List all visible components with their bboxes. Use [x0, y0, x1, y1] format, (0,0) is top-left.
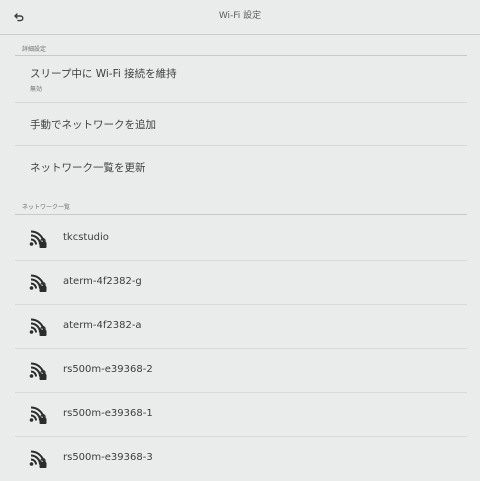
network-name: aterm-4f2382-g: [63, 276, 142, 287]
keep-wifi-value: 無効: [30, 86, 43, 93]
wifi-locked-icon: [29, 406, 47, 424]
keep-wifi-label: スリープ中に Wi-Fi 接続を維持: [30, 68, 177, 80]
wifi-locked-icon: [29, 450, 47, 468]
network-name: aterm-4f2382-a: [63, 320, 142, 331]
wifi-locked-icon: [29, 318, 47, 336]
network-item[interactable]: rs500m-e39368-3: [0, 437, 480, 481]
keep-wifi-during-sleep-setting[interactable]: スリープ中に Wi-Fi 接続を維持 無効: [0, 56, 480, 102]
add-network-label: 手動でネットワークを追加: [30, 119, 156, 131]
network-item[interactable]: rs500m-e39368-1: [0, 393, 480, 437]
refresh-network-list-item[interactable]: ネットワーク一覧を更新: [0, 146, 480, 188]
network-name: tkcstudio: [63, 232, 109, 243]
wifi-locked-icon: [29, 274, 47, 292]
network-item[interactable]: aterm-4f2382-g: [0, 261, 480, 305]
network-name: rs500m-e39368-2: [63, 364, 153, 375]
network-item[interactable]: aterm-4f2382-a: [0, 305, 480, 349]
section-header-networks: ネットワーク一覧: [22, 204, 71, 211]
network-item[interactable]: rs500m-e39368-2: [0, 349, 480, 393]
refresh-label: ネットワーク一覧を更新: [30, 162, 146, 174]
network-name: rs500m-e39368-1: [63, 408, 153, 419]
network-name: rs500m-e39368-3: [63, 452, 153, 463]
page-title: Wi-Fi 設定: [218, 11, 262, 21]
title-bar: Wi-Fi 設定: [0, 0, 480, 35]
wifi-locked-icon: [29, 230, 47, 248]
section-header-advanced: 詳細設定: [22, 46, 47, 53]
add-network-manually-item[interactable]: 手動でネットワークを追加: [0, 103, 480, 145]
network-item[interactable]: tkcstudio: [0, 217, 480, 261]
section-divider: [15, 214, 467, 215]
wifi-locked-icon: [29, 362, 47, 380]
